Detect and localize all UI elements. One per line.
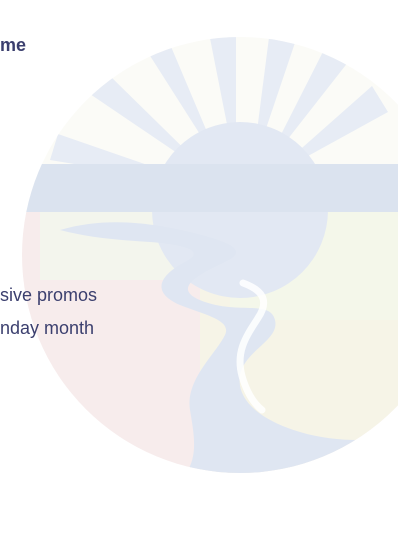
page: me sive promos nday month — [0, 0, 398, 544]
heading-fragment: me — [0, 35, 27, 55]
body-line-promos: sive promos — [0, 285, 98, 305]
body-line-month: nday month — [0, 318, 95, 338]
text-layer: me sive promos nday month — [0, 0, 398, 544]
